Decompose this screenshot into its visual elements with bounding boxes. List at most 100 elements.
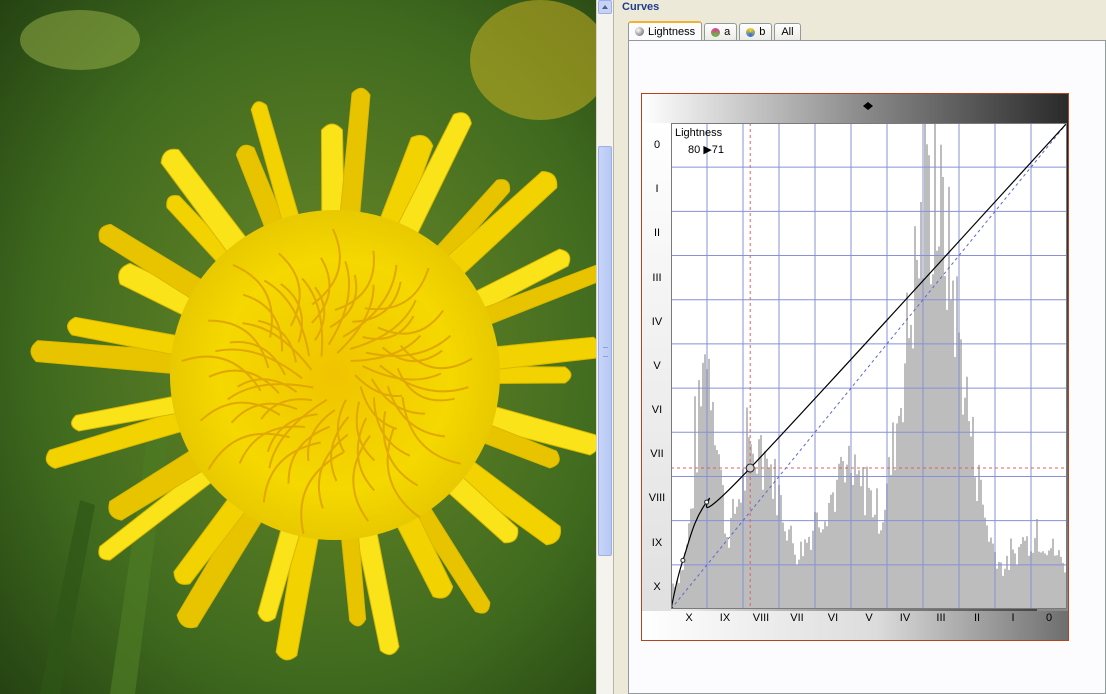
histogram-bar — [926, 144, 928, 609]
histogram-bar — [1022, 537, 1024, 609]
y-tick-label: VIII — [648, 492, 666, 505]
histogram-bar — [718, 454, 720, 609]
histogram-bar — [776, 515, 778, 609]
scroll-thumb[interactable] — [598, 146, 612, 556]
histogram-bar — [906, 292, 908, 609]
histogram-bar — [766, 458, 768, 609]
histogram-bar — [884, 509, 886, 609]
control-point[interactable] — [704, 499, 710, 505]
histogram-bar — [788, 529, 790, 609]
histogram-bar — [1020, 544, 1022, 609]
histogram-bar — [920, 201, 922, 609]
histogram-bar — [1026, 536, 1028, 609]
histogram-bar — [848, 445, 850, 609]
histogram-bar — [1044, 553, 1046, 609]
histogram-bar — [1038, 551, 1040, 609]
readout-channel: Lightness — [675, 127, 723, 139]
dandelion-photo — [0, 0, 596, 694]
histogram-bar — [680, 570, 682, 609]
x-tick-label: IV — [899, 612, 911, 624]
histogram-bar — [752, 453, 754, 609]
histogram-bar — [736, 506, 738, 609]
readout-output: 71 — [711, 144, 725, 156]
histogram-bar — [1000, 562, 1002, 609]
scroll-up-button[interactable] — [598, 0, 612, 14]
histogram-bar — [916, 259, 918, 609]
curves-graph[interactable] — [671, 123, 1067, 609]
a-channel-icon — [711, 27, 721, 37]
x-tick-label: VII — [790, 612, 804, 624]
histogram-bar — [722, 485, 724, 609]
histogram-bar — [960, 339, 962, 609]
histogram-bar — [786, 540, 788, 609]
histogram-bar — [748, 437, 750, 609]
histogram-bar — [790, 525, 792, 609]
tab-all[interactable]: All — [774, 23, 801, 40]
histogram-bar — [1010, 538, 1012, 609]
histogram-bar — [764, 451, 766, 609]
histogram-bar — [806, 542, 808, 609]
histogram-bar — [1012, 549, 1014, 609]
histogram-bar — [754, 467, 756, 609]
panel-title: Curves — [622, 1, 660, 13]
histogram-bar — [864, 515, 866, 609]
histogram-bar — [1006, 555, 1008, 609]
histogram-bar — [948, 186, 950, 609]
histogram-bar — [980, 479, 982, 609]
histogram-bar — [840, 456, 842, 609]
histogram-bar — [890, 474, 892, 609]
tab-b[interactable]: b — [739, 23, 773, 40]
y-tick-label: I — [655, 183, 659, 196]
histogram-bar — [970, 436, 972, 609]
histogram-bar — [694, 396, 696, 609]
histogram-bar — [1034, 538, 1036, 609]
histogram-bar — [800, 541, 802, 609]
histogram-bar — [724, 533, 726, 609]
histogram-bar — [686, 544, 688, 609]
histogram-bar — [946, 309, 948, 609]
histogram-bar — [1058, 550, 1060, 609]
selected-control-point[interactable] — [745, 463, 755, 473]
histogram-bar — [892, 422, 894, 609]
histogram-bar — [878, 533, 880, 609]
histogram-bar — [936, 250, 938, 609]
histogram-bar — [692, 508, 694, 609]
histogram-bar — [1024, 540, 1026, 609]
histogram-bar — [730, 517, 732, 609]
histogram-bar — [860, 486, 862, 609]
histogram-bar — [716, 450, 718, 609]
histogram-bar — [1032, 552, 1034, 609]
y-tick-label: VI — [651, 404, 663, 417]
b-channel-icon — [746, 27, 756, 37]
histogram-bar — [758, 439, 760, 609]
histogram-bar — [998, 561, 1000, 609]
histogram-bar — [858, 470, 860, 609]
histogram-bar — [726, 536, 728, 609]
histogram-bar — [978, 464, 980, 609]
y-tick-label: III — [652, 271, 662, 284]
histogram-bar — [740, 502, 742, 609]
histogram-bar — [962, 414, 964, 609]
histogram-bar — [802, 556, 804, 609]
histogram-bar — [1002, 575, 1004, 609]
histogram-bar — [1036, 519, 1038, 609]
tab-lightness[interactable]: Lightness — [628, 21, 703, 40]
histogram-bar — [714, 445, 716, 609]
histogram-bar — [820, 532, 822, 609]
histogram-bar — [1062, 562, 1064, 609]
histogram-bar — [1048, 550, 1050, 609]
photo-vertical-scrollbar[interactable] — [596, 0, 613, 694]
histogram-bar — [816, 512, 818, 609]
histogram-bar — [938, 246, 940, 609]
scroll-thumb-grip — [603, 347, 608, 357]
tab-a[interactable]: a — [704, 23, 738, 40]
histogram-bar — [818, 527, 820, 609]
histogram-bar — [794, 554, 796, 609]
histogram-bar — [846, 464, 848, 609]
histogram-bar — [854, 454, 856, 609]
control-point[interactable] — [680, 557, 686, 563]
histogram-bar — [704, 354, 706, 609]
histogram-bar — [952, 280, 954, 609]
lightness-channel-icon — [635, 27, 644, 36]
histogram-bar — [1042, 551, 1044, 609]
